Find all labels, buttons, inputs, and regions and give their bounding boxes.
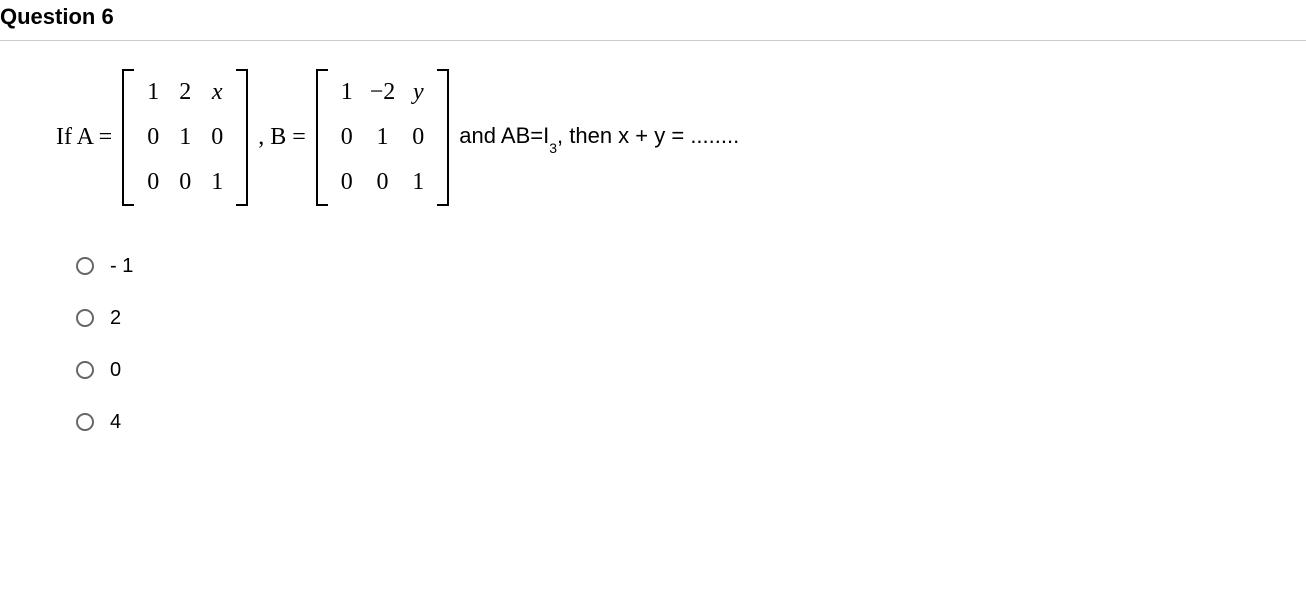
option-label: 2 (110, 307, 121, 330)
options-list: - 1 2 0 4 (56, 240, 1306, 448)
radio-icon (76, 309, 94, 327)
question-body: If A = 1 2 x 0 1 0 0 0 1 , B = 1 −2 y (0, 69, 1306, 448)
and-ab-label: and AB=I3, then x + y = ........ (459, 123, 739, 151)
matrix-b-cell: 0 (338, 124, 356, 151)
matrix-a-cell: 0 (208, 124, 226, 151)
option-label: - 1 (110, 255, 133, 278)
matrix-b-cell: 0 (409, 124, 427, 151)
if-a-label: If A = (56, 124, 112, 151)
radio-icon (76, 413, 94, 431)
matrix-a-cell: 1 (144, 79, 162, 106)
matrix-b-cell: 0 (338, 169, 356, 196)
matrix-a-cell: 1 (176, 124, 194, 151)
option-minus-1[interactable]: - 1 (76, 240, 1306, 292)
option-label: 4 (110, 411, 121, 434)
matrix-a-cell: 0 (176, 169, 194, 196)
matrix-b: 1 −2 y 0 1 0 0 0 1 (316, 69, 450, 206)
matrix-a-cell: 2 (176, 79, 194, 106)
matrix-a-cell: 1 (208, 169, 226, 196)
option-4[interactable]: 4 (76, 396, 1306, 448)
matrix-a-cell: x (208, 79, 226, 106)
matrix-b-cell: 1 (338, 79, 356, 106)
option-2[interactable]: 2 (76, 292, 1306, 344)
question-header: Question 6 (0, 0, 1306, 41)
radio-icon (76, 361, 94, 379)
option-0[interactable]: 0 (76, 344, 1306, 396)
radio-icon (76, 257, 94, 275)
matrix-b-cell: 0 (370, 169, 396, 196)
comma-b-label: , B = (258, 124, 306, 151)
matrix-b-cell: −2 (370, 79, 396, 106)
matrix-b-cell: 1 (409, 169, 427, 196)
matrix-b-cell: 1 (370, 124, 396, 151)
option-label: 0 (110, 359, 121, 382)
problem-statement: If A = 1 2 x 0 1 0 0 0 1 , B = 1 −2 y (56, 69, 1306, 206)
matrix-a: 1 2 x 0 1 0 0 0 1 (122, 69, 248, 206)
matrix-b-cell: y (409, 79, 427, 106)
matrix-a-cell: 0 (144, 124, 162, 151)
matrix-a-cell: 0 (144, 169, 162, 196)
